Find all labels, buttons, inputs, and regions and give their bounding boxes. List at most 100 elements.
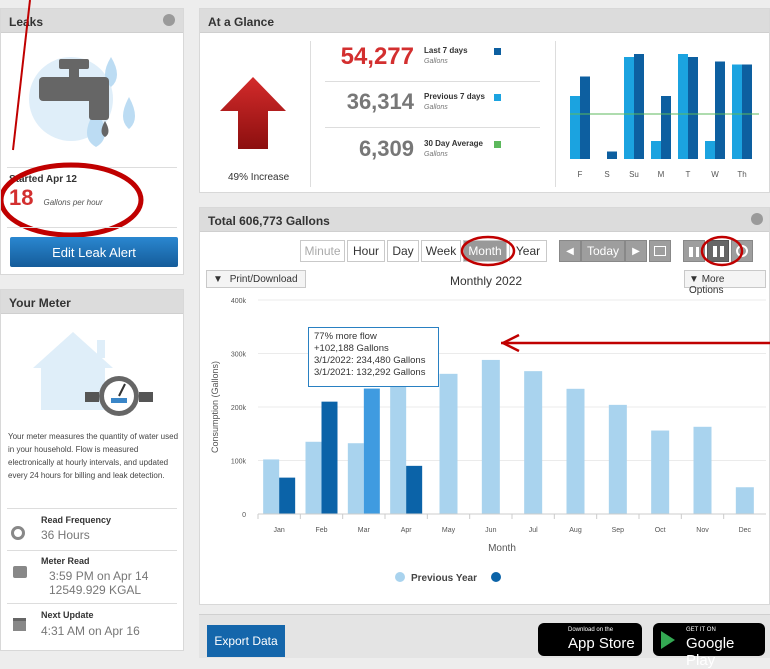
x-tick-label: Apr	[401, 527, 413, 534]
chart-tooltip: 77% more flow +102,188 Gallons 3/1/2022:…	[308, 327, 439, 387]
bar-previous-year	[693, 426, 712, 514]
total-header: Total 606,773 Gallons	[200, 208, 769, 232]
legend-swatch-previous-year	[395, 572, 405, 582]
calendar-icon	[13, 618, 26, 631]
app-store-big: App Store	[568, 635, 635, 652]
mini-bar-previous	[624, 57, 634, 159]
y-tick-label: 100k	[231, 459, 247, 466]
stat-last-7: 54,277 Last 7 days Gallons	[340, 41, 540, 79]
help-icon[interactable]	[163, 14, 175, 26]
print-download-button[interactable]: ▼ Print/Download	[206, 270, 306, 288]
total-title: Total 606,773 Gallons	[208, 214, 330, 228]
tab-minute[interactable]: Minute	[300, 240, 345, 262]
x-tick-label: Mar	[358, 527, 371, 534]
swatch-30-day	[494, 141, 501, 148]
export-data-button[interactable]: Export Data	[207, 625, 285, 657]
next-button[interactable]: ▶	[625, 240, 647, 262]
x-tick-label: Jan	[274, 527, 285, 534]
today-button[interactable]: Today	[581, 240, 625, 262]
mini-bar-current	[715, 61, 725, 159]
stat-value: 6,309	[358, 136, 414, 161]
mini-bar-previous	[651, 141, 661, 159]
dropdown-arrow-icon: ▼	[689, 274, 699, 285]
calendar-button[interactable]	[649, 240, 671, 262]
meter-description: Your meter measures the quantity of wate…	[8, 432, 179, 480]
mini-day-label: Su	[629, 170, 639, 179]
swatch-previous-7	[494, 94, 501, 101]
play-icon	[661, 631, 675, 649]
mini-bar-current	[742, 64, 752, 159]
meter-divider-1	[7, 508, 177, 509]
clock-icon	[11, 526, 25, 540]
bar-previous-year	[651, 430, 670, 514]
tooltip-line: 3/1/2022: 234,480 Gallons	[314, 355, 426, 366]
x-tick-label: Jul	[529, 527, 538, 534]
bar-previous-year	[481, 359, 500, 514]
tab-week[interactable]: Week	[421, 240, 461, 262]
y-tick-label: 200k	[231, 405, 247, 412]
meter-read-time: 3:59 PM on Apr 14	[49, 569, 149, 583]
house-meter-icon	[33, 332, 153, 416]
bar-current-year	[279, 477, 296, 514]
mini-bar-current	[688, 57, 698, 159]
legend-label-previous-year: Previous Year	[411, 573, 477, 584]
google-big: Google Play	[686, 635, 735, 669]
x-tick-label: Nov	[696, 527, 709, 534]
app-store-badge[interactable]: Download on the App Store	[538, 623, 642, 656]
mini-bar-current	[634, 54, 644, 159]
mini-bar-current	[661, 96, 671, 159]
dropdown-arrow-icon: ▼	[213, 274, 223, 285]
increase-text: 49% Increase	[228, 172, 290, 183]
bar-previous-year	[566, 388, 585, 514]
increase-arrow-icon	[220, 77, 286, 149]
meter-read-value: 12549.929 KGAL	[49, 583, 142, 597]
annotation-arrow	[501, 333, 770, 353]
edit-leak-alert-button[interactable]: Edit Leak Alert	[10, 237, 178, 267]
google-play-badge[interactable]: GET IT ON Google Play	[653, 623, 765, 669]
bar-previous-year	[608, 404, 627, 514]
next-update-label: Next Update	[41, 610, 94, 620]
stat-divider-1	[325, 81, 540, 82]
glance-title: At a Glance	[208, 15, 275, 29]
stat-previous-7: 36,314 Previous 7 days Gallons	[340, 87, 540, 125]
stat-unit: Gallons	[424, 151, 448, 158]
bar-current-year	[321, 401, 338, 514]
meter-read-label: Meter Read	[41, 556, 90, 566]
next-update-value: 4:31 AM on Apr 16	[41, 624, 140, 638]
bar-current-year	[406, 465, 423, 514]
bar-previous-year	[263, 459, 280, 514]
app-store-small: Download on the	[568, 627, 614, 633]
mini-day-label: W	[711, 170, 719, 179]
bar-previous-year	[735, 487, 754, 514]
calendar-grid-icon	[654, 246, 666, 256]
month-tab-highlight	[460, 235, 516, 267]
mini-day-label: T	[686, 170, 691, 179]
leaks-divider-2	[7, 227, 177, 228]
meter-divider-2	[7, 550, 177, 551]
glance-header: At a Glance	[200, 9, 769, 33]
stat-label: 30 Day Average	[424, 139, 483, 148]
total-panel: Total 606,773 Gallons Minute Hour Day We…	[199, 207, 770, 605]
glance-panel: At a Glance 49% Increase 54,277 Last 7 d…	[199, 8, 770, 193]
help-icon[interactable]	[751, 213, 763, 225]
chart-type-highlight	[700, 235, 744, 267]
y-axis-label: Consumption (Gallons)	[210, 361, 220, 453]
mini-bar-previous	[570, 96, 580, 159]
tab-day[interactable]: Day	[387, 240, 419, 262]
y-tick-label: 0	[242, 512, 246, 519]
stat-divider-2	[325, 127, 540, 128]
bar-previous-year	[439, 373, 458, 514]
prev-button[interactable]: ◀	[559, 240, 581, 262]
mini-bar-previous	[705, 141, 715, 159]
meter-divider-3	[7, 603, 177, 604]
more-options-button[interactable]: ▼ More Options	[684, 270, 766, 296]
mini-day-label: F	[578, 170, 583, 179]
tab-hour[interactable]: Hour	[347, 240, 385, 262]
x-tick-label: Aug	[569, 527, 582, 534]
stat-unit: Gallons	[424, 104, 448, 111]
glance-divider-right	[555, 41, 556, 187]
google-small: GET IT ON	[686, 627, 716, 633]
meter-read-icon	[13, 566, 27, 578]
mini-day-label: M	[658, 170, 665, 179]
x-tick-label: Feb	[315, 527, 327, 534]
